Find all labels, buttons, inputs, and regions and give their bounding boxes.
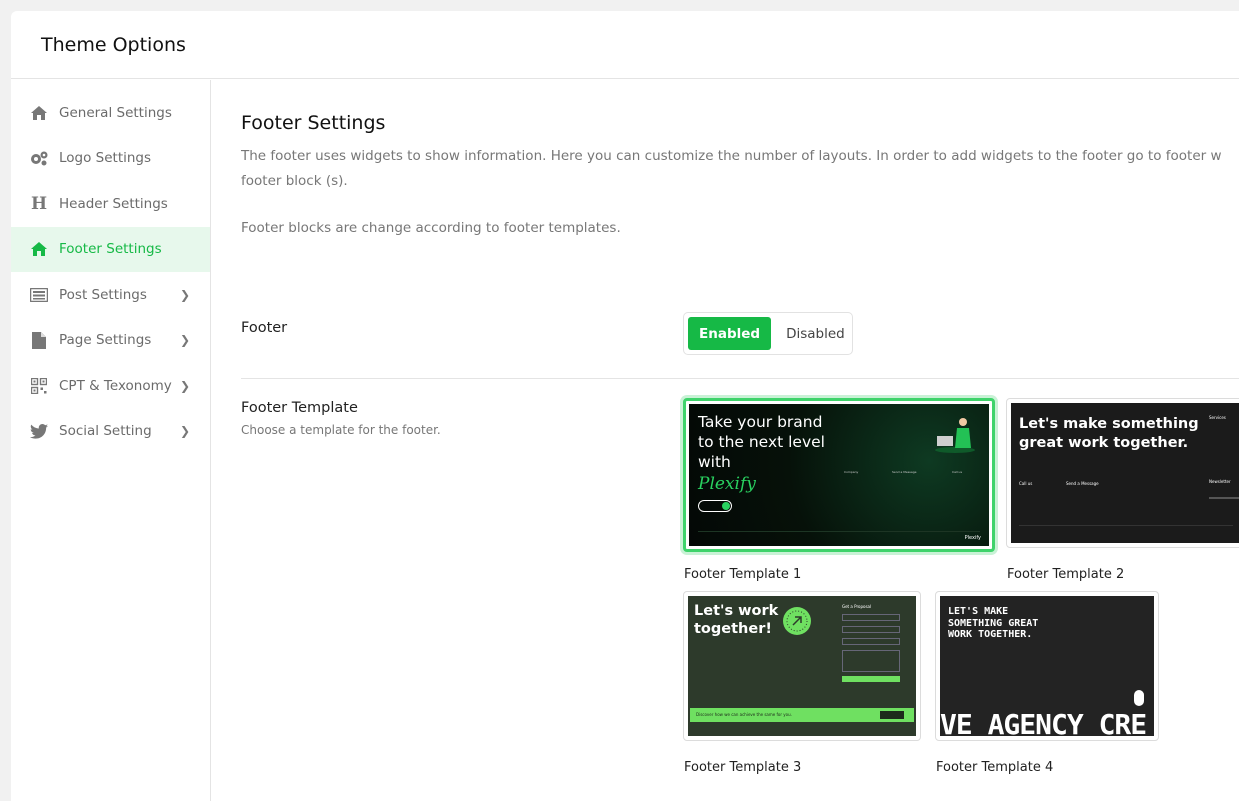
illustration-icon [935,418,975,453]
page-title: Footer Settings [241,112,386,134]
template-2-col-2: Send a Message [1066,481,1099,486]
footer-template-hint: Choose a template for the footer. [241,423,441,437]
template-4-headline: LET'S MAKE SOMETHING GREAT WORK TOGETHER… [948,606,1039,640]
chevron-right-icon: ❯ [179,424,190,439]
template-4-preview: LET'S MAKE SOMETHING GREAT WORK TOGETHER… [940,596,1154,736]
sidebar-item-post-settings[interactable]: Post Settings ❯ [11,272,210,318]
template-3-headline: Let's work together! [694,603,779,637]
sidebar-item-label: Post Settings [59,286,147,303]
footer-toggle-row: Footer Enabled Disabled [241,310,1239,379]
form-submit [842,676,900,682]
template-1-col-3: Call us [952,470,963,474]
form-field [842,638,900,645]
footer-template-label: Footer Template [241,400,358,416]
template-1-col-1: Company [844,470,859,474]
app-title: Theme Options [41,33,186,56]
footer-template-2-caption: Footer Template 2 [1007,567,1125,582]
form-field [842,626,900,633]
scroll-top-button [1134,690,1144,706]
description-line-2: footer block (s). [241,173,348,189]
sidebar-item-label: Page Settings [59,332,152,349]
template-2-side-1: Services [1209,415,1226,420]
sidebar-item-cpt-taxonomy[interactable]: CPT & Texonomy ❯ [11,363,210,409]
chevron-right-icon: ❯ [179,333,190,348]
arrow-icon [722,502,730,510]
description-note: Footer blocks are change according to fo… [241,220,621,236]
footer-template-3-thumbnail: Let's work together! Get a Proposal Disc… [683,591,921,741]
template-3-banner-text: Discover how we can achieve the same for… [696,712,792,717]
footer-toggle: Enabled Disabled [683,312,853,355]
chevron-right-icon: ❯ [179,287,190,302]
sidebar-item-page-settings[interactable]: Page Settings ❯ [11,318,210,364]
theme-options-panel: Theme Options General Settings Logo Sett… [11,11,1239,801]
template-1-preview: Take your brand to the next level with P… [689,404,989,546]
home-icon [29,240,49,258]
footer-template-4-thumbnail: LET'S MAKE SOMETHING GREAT WORK TOGETHER… [935,591,1159,741]
sidebar-item-label: General Settings [59,104,172,121]
template-1-footer-logo: Plexify [964,535,981,541]
sidebar-item-label: CPT & Texonomy [59,377,172,394]
disabled-option[interactable]: Disabled [775,317,856,350]
footer-template-4-caption: Footer Template 4 [936,760,1054,775]
footer-template-1-caption: Footer Template 1 [684,567,802,582]
template-1-brand: Plexify [698,474,756,494]
template-2-preview: Let's make something great work together… [1011,403,1239,543]
sidebar-item-footer-settings[interactable]: Footer Settings [11,226,210,272]
footer-template-3-caption: Footer Template 3 [684,760,802,775]
sidebar-item-label: Footer Settings [59,241,162,258]
newsletter-field [1209,497,1239,499]
template-3-preview: Let's work together! Get a Proposal Disc… [688,596,916,736]
template-2-side-2: Newsletter [1209,479,1231,484]
file-icon [29,331,49,349]
enabled-option[interactable]: Enabled [688,317,772,350]
footer-template-2-thumbnail: Let's make something great work together… [1006,398,1239,548]
twitter-icon [29,422,49,440]
footer-template-1-thumbnail: Take your brand to the next level with P… [683,398,995,552]
template-1-headline: Take your brand to the next level with [698,413,825,471]
gears-icon [29,149,49,167]
qrcode-icon [29,377,49,395]
app-header: Theme Options [11,11,1239,79]
template-3-form-title: Get a Proposal [842,604,872,609]
template-4-marquee: VE AGENCY CRE [940,708,1147,736]
template-2-col-1: Call us [1019,481,1033,486]
chevron-right-icon: ❯ [179,378,190,393]
sidebar: General Settings Logo Settings H Header … [11,80,211,801]
divider [1019,525,1233,526]
form-field [842,614,900,621]
sidebar-item-label: Header Settings [59,195,168,212]
arrow-circle-icon [783,607,811,635]
home-icon [29,104,49,122]
divider [698,531,980,532]
sidebar-item-general-settings[interactable]: General Settings [11,90,210,136]
call-button [880,711,904,719]
template-1-col-2: Send a Message [892,470,917,474]
sidebar-item-label: Social Setting [59,423,152,440]
list-alt-icon [29,286,49,304]
main-content: Footer Settings The footer uses widgets … [241,80,1239,801]
template-3-banner: Discover how we can achieve the same for… [690,708,914,722]
heading-icon: H [30,193,48,214]
sidebar-item-header-settings[interactable]: H Header Settings [11,181,210,227]
sidebar-item-logo-settings[interactable]: Logo Settings [11,136,210,182]
description-line-1: The footer uses widgets to show informat… [241,148,1222,164]
footer-toggle-label: Footer [241,320,288,336]
sidebar-item-social-setting[interactable]: Social Setting ❯ [11,409,210,455]
template-2-headline: Let's make something great work together… [1019,416,1199,451]
form-message [842,650,900,672]
sidebar-item-label: Logo Settings [59,150,152,167]
